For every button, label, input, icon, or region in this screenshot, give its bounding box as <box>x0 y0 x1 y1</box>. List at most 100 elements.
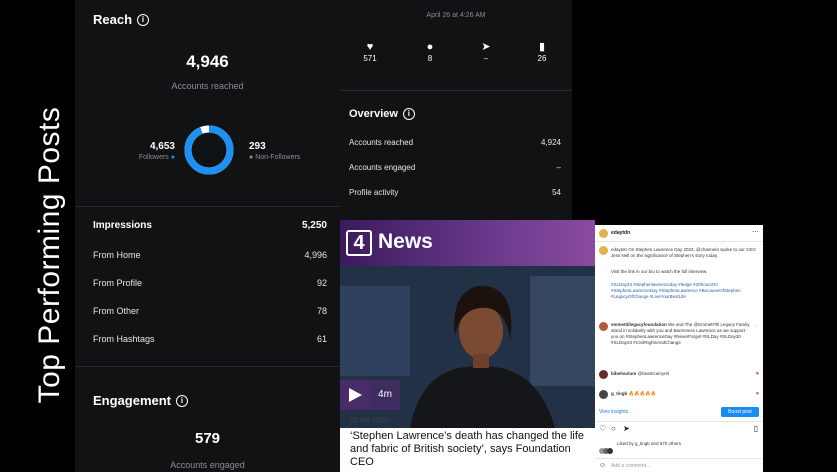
video-duration: 4m <box>370 380 400 410</box>
info-icon[interactable]: i <box>176 394 189 407</box>
news-logo-word: News <box>378 230 433 253</box>
stat-shares: ➤ – <box>466 40 506 63</box>
overview-row-label: Accounts engaged <box>349 163 416 172</box>
impressions-title: Impressions <box>93 220 152 231</box>
impressions-list: From Home 4,996 From Profile 92 From Oth… <box>93 250 327 362</box>
liked-heart-icon[interactable]: ♥ <box>756 371 759 377</box>
share-button-icon[interactable]: ➤ <box>623 424 630 433</box>
divider <box>595 458 763 459</box>
avatar <box>599 390 608 399</box>
overview-section-title: Overview i <box>349 108 415 120</box>
post-insights-panel: April 26 at 4:26 AM ♥ 571 ● 8 ➤ – ▮ 26 O… <box>340 0 572 220</box>
engagement-section-title: Engagement i <box>93 393 189 408</box>
ig-hashtags[interactable]: #SLDay23 #stephenlawrenceday #ledge #30h… <box>611 282 757 300</box>
like-comment-icon[interactable]: ♡ <box>755 324 759 330</box>
followers-label: Followers <box>138 154 169 161</box>
divider <box>75 206 340 207</box>
impressions-row: From Home 4,996 <box>93 250 327 278</box>
add-comment-input[interactable]: Add a comment... <box>611 463 650 469</box>
impressions-row-value: 92 <box>316 278 327 288</box>
stat-value: – <box>483 54 489 63</box>
ig-caption: edaytdn On Stephen Lawrence Day 2023, @c… <box>611 247 756 258</box>
impressions-row-value: 61 <box>316 334 327 344</box>
divider <box>75 366 340 367</box>
comment-text: @beatrizamyrel <box>637 371 670 376</box>
non-followers-value: 293 <box>249 141 266 152</box>
donut-followers-arc <box>184 125 234 175</box>
avatar <box>599 322 608 331</box>
save-button-icon[interactable]: ▯ <box>754 424 758 433</box>
impressions-row-label: From Other <box>93 306 140 316</box>
impressions-row-value: 78 <box>316 306 327 316</box>
impressions-total: 5,250 <box>301 220 327 231</box>
impressions-row-value: 4,996 <box>304 250 327 260</box>
stat-value: 8 <box>427 54 433 63</box>
ig-comment: emmettillegacyfoundation We and The @Emm… <box>611 322 751 346</box>
overview-row-label: Accounts reached <box>349 138 414 147</box>
divider <box>340 90 572 91</box>
non-followers-block: 293 ● Non-Followers <box>249 141 329 161</box>
overview-row-value: 54 <box>552 188 561 197</box>
overview-row-value: 4,924 <box>540 138 561 147</box>
reach-title: Reach <box>93 12 133 27</box>
news-banner: 4 News <box>340 220 595 268</box>
side-title: Top Performing Posts <box>33 106 66 404</box>
impressions-row-label: From Profile <box>93 278 143 288</box>
comment-user[interactable]: emmettillegacyfoundation <box>611 322 667 327</box>
info-icon[interactable]: i <box>402 108 415 120</box>
avatar <box>599 370 608 379</box>
impressions-header: Impressions 5,250 <box>93 220 327 231</box>
overview-title: Overview <box>349 108 398 120</box>
impressions-row: From Other 78 <box>93 306 327 334</box>
impressions-row: From Hashtags 61 <box>93 334 327 362</box>
view-insights-link[interactable]: View insights <box>599 409 628 415</box>
ig-caption-link: Visit the link in our bio to watch the f… <box>611 269 708 274</box>
impressions-row-label: From Hashtags <box>93 334 155 344</box>
boost-post-button[interactable]: Boost post <box>721 407 759 417</box>
avatar[interactable] <box>599 229 608 238</box>
insights-left-panel: Reach i 4,946 Accounts reached 4,653 Fol… <box>75 0 340 472</box>
info-icon[interactable]: i <box>137 13 150 26</box>
comment-user[interactable]: bibehsolum <box>611 371 636 376</box>
followers-block: 4,653 Followers ● <box>119 141 175 161</box>
non-followers-label-row: ● Non-Followers <box>249 154 329 161</box>
followers-dot-icon: ● <box>170 154 175 161</box>
engagement-title: Engagement <box>93 393 172 408</box>
stat-comments: ● 8 <box>410 40 450 63</box>
comment-user[interactable]: g_tingb <box>611 391 627 396</box>
play-icon <box>349 388 362 402</box>
stat-value: 26 <box>537 54 547 63</box>
non-followers-label: Non-Followers <box>255 154 301 161</box>
heart-icon: ♥ <box>366 41 374 53</box>
likes-summary[interactable]: Liked by g_tingb and 570 others <box>617 441 757 447</box>
liker-avatars <box>599 441 615 454</box>
news-video-thumbnail[interactable]: 4m <box>340 266 595 428</box>
emoji-icon[interactable]: ☺ <box>599 462 606 469</box>
news-article-card[interactable]: 4 News 4m 22 Apr 2023 ‘Stephen Lawrence’… <box>340 220 595 472</box>
ig-comment: g_tingb 🔥🔥🔥🔥🔥 <box>611 391 751 397</box>
followers-value: 4,653 <box>149 141 175 152</box>
divider <box>595 241 763 242</box>
impressions-row: From Profile 92 <box>93 278 327 306</box>
article-date: 22 Apr 2023 <box>350 417 388 424</box>
comment-button-icon[interactable]: ○ <box>611 424 616 433</box>
like-button-icon[interactable]: ♡ <box>599 424 606 433</box>
channel4-logo: 4 <box>346 230 372 256</box>
post-date: April 26 at 4:26 AM <box>426 12 486 19</box>
avatar <box>599 246 608 255</box>
ig-username[interactable]: edaytdn <box>611 230 630 236</box>
stat-likes: ♥ 571 <box>350 40 390 63</box>
play-button[interactable] <box>340 380 370 410</box>
followers-label-row: Followers ● <box>119 154 175 161</box>
reach-donut-chart <box>184 125 234 175</box>
article-headline[interactable]: ‘Stephen Lawrence’s death has changed th… <box>350 430 590 469</box>
more-options-icon[interactable]: ⋯ <box>752 228 759 236</box>
liked-heart-icon[interactable]: ♥ <box>756 391 759 397</box>
overview-row: Profile activity 54 <box>349 188 561 213</box>
non-followers-dot-icon: ● <box>249 154 254 161</box>
instagram-post-panel: edaytdn ⋯ edaytdn On Stephen Lawrence Da… <box>595 225 763 472</box>
reach-total: 4,946 <box>186 52 229 71</box>
overview-row: Accounts engaged – <box>349 163 561 188</box>
overview-list: Accounts reached 4,924 Accounts engaged … <box>349 138 561 213</box>
stat-saves: ▮ 26 <box>522 40 562 63</box>
